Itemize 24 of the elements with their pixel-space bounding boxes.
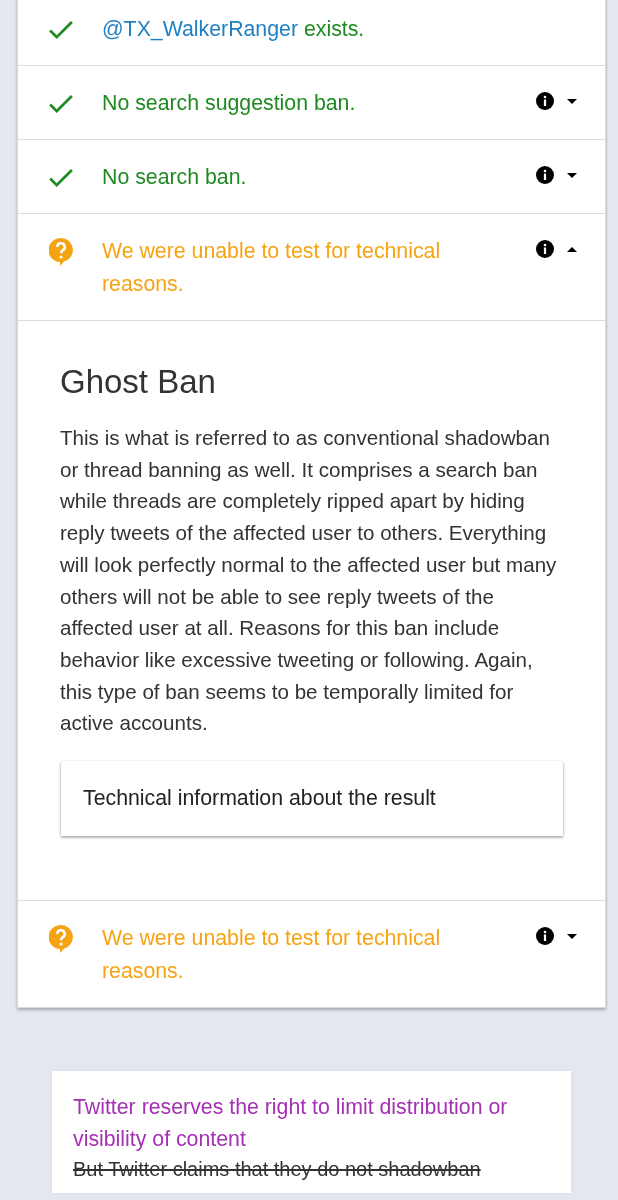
result-text: @TX_WalkerRanger exists. bbox=[102, 16, 365, 43]
question-bubble-icon bbox=[49, 237, 73, 266]
section-title: Ghost Ban bbox=[60, 362, 217, 402]
caret-icon[interactable] bbox=[567, 933, 577, 939]
notice-title: Twitter reserves the right to limit distribution or visibility of content bbox=[73, 1094, 509, 1154]
result-text: No search ban. bbox=[102, 164, 247, 191]
result-text: We were unable to test for technical reasons. bbox=[102, 238, 442, 298]
check-icon bbox=[49, 20, 73, 39]
check-icon bbox=[49, 168, 73, 187]
result-text: We were unable to test for technical reasons. bbox=[102, 925, 442, 986]
info-icon[interactable] bbox=[536, 927, 554, 946]
struck-note-text: But Twitter claims that they do not shadowban bbox=[73, 1157, 482, 1183]
result-text: No search suggestion ban. bbox=[102, 90, 356, 117]
handle-link[interactable]: @TX_WalkerRanger bbox=[102, 17, 298, 41]
caret-icon[interactable] bbox=[567, 98, 577, 104]
info-icon[interactable] bbox=[536, 166, 554, 184]
technical-info-header[interactable]: Technical information about the result bbox=[61, 761, 563, 837]
check-icon bbox=[49, 94, 73, 113]
info-icon[interactable] bbox=[536, 92, 554, 110]
caret-icon[interactable] bbox=[567, 172, 577, 178]
caret-icon[interactable] bbox=[567, 246, 577, 252]
info-icon[interactable] bbox=[536, 240, 554, 258]
description-text: This is what is referred to as conventional shadowban or thread banning as well. It comprises a search ban while threads are completely ripped apart by hiding reply tweets of the affected user to others. Everything will look perfectly normal to the affected user but many others will not be able to see reply tweets of the affected user at all. Reasons for this ban include behavior like excessive tweeting or following. Again, this type of ban seems to be temporally limited for active accounts. bbox=[60, 425, 558, 737]
question-bubble-icon bbox=[49, 924, 73, 953]
